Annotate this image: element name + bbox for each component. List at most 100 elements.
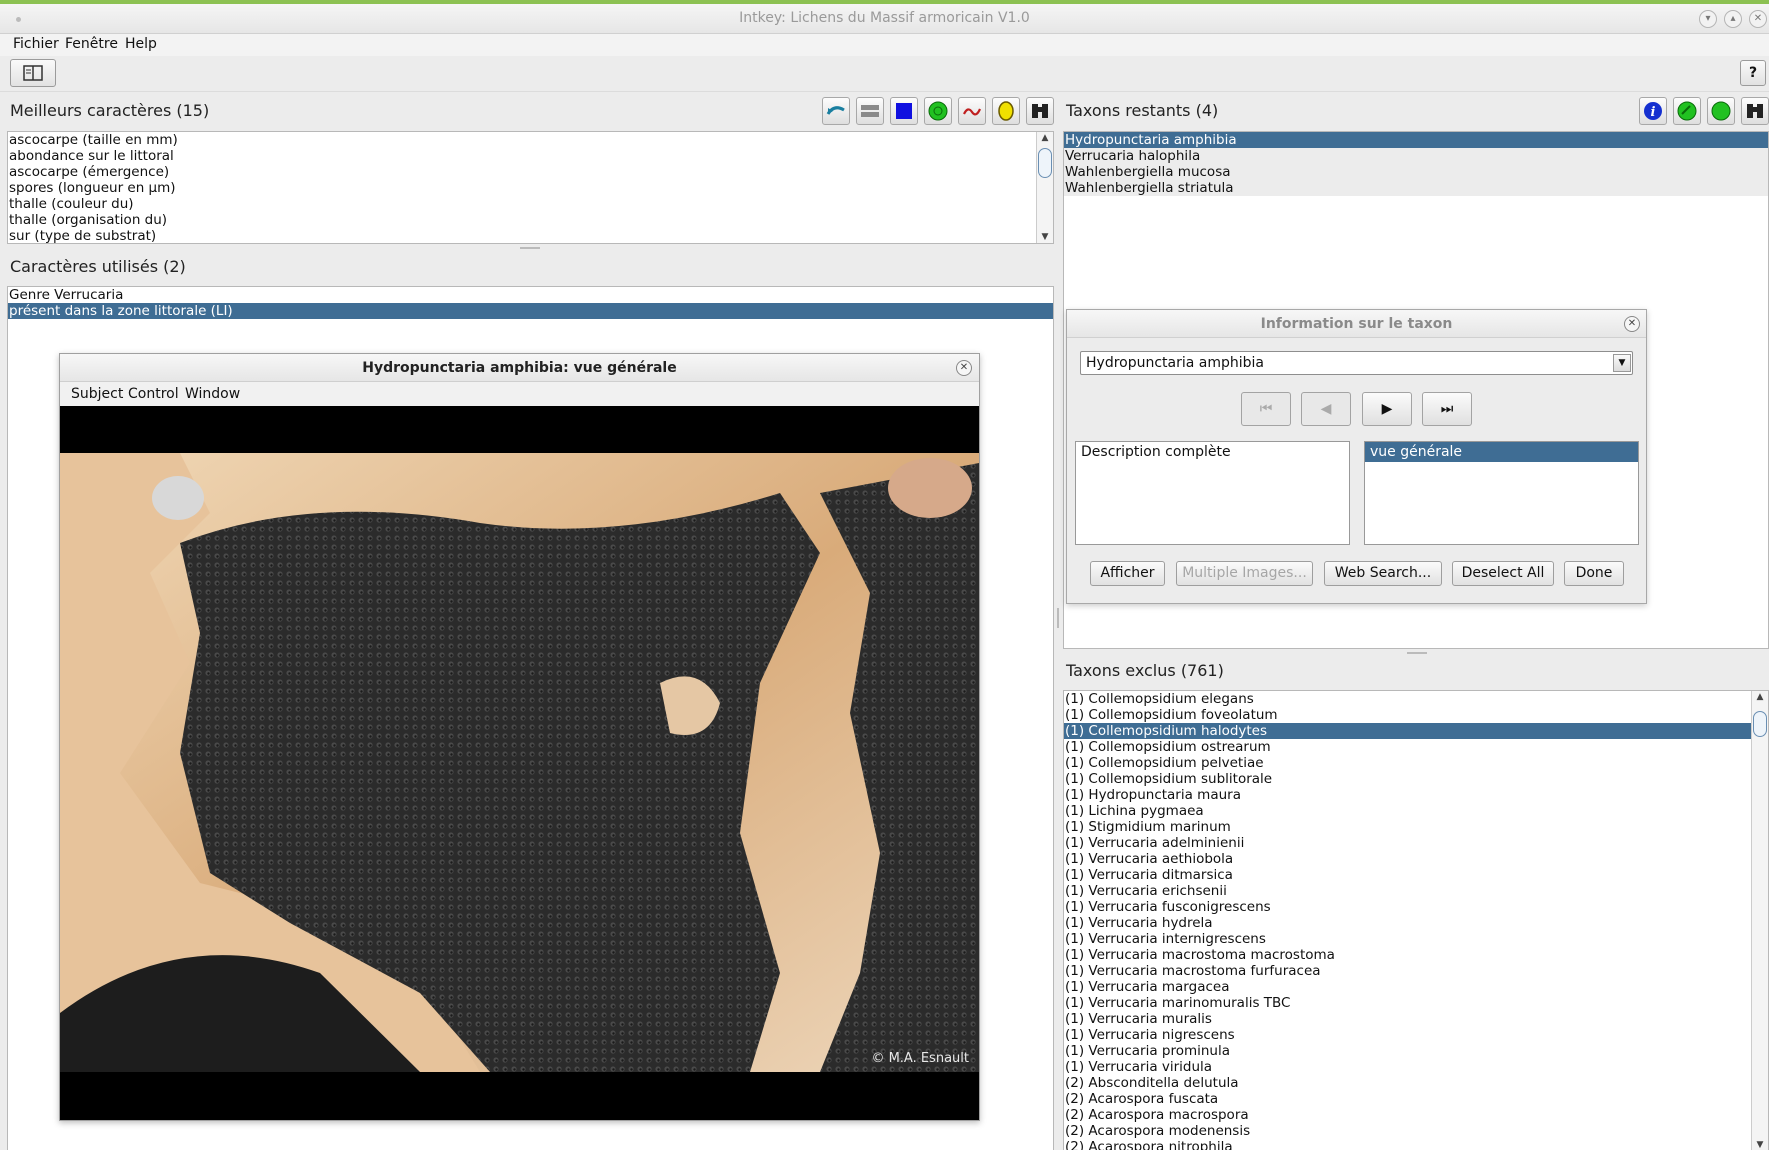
list-item[interactable]: (1) Hydropunctaria maura bbox=[1064, 787, 1768, 803]
list-item[interactable]: (1) Verrucaria ditmarsica bbox=[1064, 867, 1768, 883]
differences-icon[interactable] bbox=[958, 97, 986, 125]
stop-best-icon[interactable] bbox=[890, 97, 918, 125]
list-item-selected[interactable]: vue générale bbox=[1365, 442, 1638, 462]
multiple-images-button[interactable]: Multiple Images... bbox=[1176, 561, 1313, 586]
list-item[interactable]: (1) Collemopsidium foveolatum bbox=[1064, 707, 1768, 723]
horizontal-splitter[interactable] bbox=[520, 247, 540, 249]
list-item[interactable]: (1) Collemopsidium sublitorale bbox=[1064, 771, 1768, 787]
toggle-view-button[interactable] bbox=[10, 59, 56, 87]
scroll-thumb[interactable] bbox=[1753, 711, 1767, 737]
first-icon[interactable]: ⏮ bbox=[1241, 392, 1291, 426]
image-list[interactable]: vue générale bbox=[1364, 441, 1639, 545]
restart-icon[interactable] bbox=[822, 97, 850, 125]
list-item[interactable]: (1) Collemopsidium pelvetiae bbox=[1064, 755, 1768, 771]
menu-fenetre[interactable]: Fenêtre bbox=[65, 36, 118, 52]
list-item[interactable]: (1) Verrucaria viridula bbox=[1064, 1059, 1768, 1075]
scroll-down-icon[interactable]: ▼ bbox=[1752, 1140, 1768, 1150]
previous-icon[interactable]: ◀ bbox=[1301, 392, 1351, 426]
excluded-taxa-list[interactable]: (1) Collemopsidium elegans (1) Collemops… bbox=[1063, 690, 1769, 1150]
list-item[interactable]: Wahlenbergiella mucosa bbox=[1064, 164, 1768, 180]
list-item[interactable]: (1) Collemopsidium elegans bbox=[1064, 691, 1768, 707]
taxon-select[interactable]: Hydropunctaria amphibia ▼ bbox=[1080, 351, 1633, 375]
list-item[interactable]: (1) Verrucaria marinomuralis TBC bbox=[1064, 995, 1768, 1011]
list-item[interactable]: ascocarpe (émergence) bbox=[8, 164, 1053, 180]
list-item-selected[interactable]: (1) Collemopsidium halodytes bbox=[1064, 723, 1768, 739]
close-icon[interactable]: ✕ bbox=[1624, 316, 1640, 332]
list-item[interactable]: (1) Stigmidium marinum bbox=[1064, 819, 1768, 835]
next-icon[interactable]: ▶ bbox=[1362, 392, 1412, 426]
similarities-icon[interactable] bbox=[1707, 97, 1735, 125]
list-item[interactable]: (1) Verrucaria erichsenii bbox=[1064, 883, 1768, 899]
info-dialog-title: Information sur le taxon bbox=[1067, 310, 1646, 338]
best-characters-list[interactable]: ascocarpe (taille en mm) abondance sur l… bbox=[7, 131, 1054, 244]
list-item[interactable]: Verrucaria halophila bbox=[1064, 148, 1768, 164]
chevron-down-icon[interactable]: ▼ bbox=[1613, 354, 1631, 372]
separate-icon[interactable] bbox=[856, 97, 884, 125]
scroll-up-icon[interactable]: ▲ bbox=[1037, 133, 1053, 143]
list-item[interactable]: Wahlenbergiella striatula bbox=[1064, 180, 1768, 196]
menu-control[interactable]: Control bbox=[128, 386, 179, 402]
scroll-thumb[interactable] bbox=[1038, 148, 1052, 178]
list-item[interactable]: (2) Acarospora modenensis bbox=[1064, 1123, 1768, 1139]
afficher-button[interactable]: Afficher bbox=[1090, 561, 1165, 586]
web-search-button[interactable]: Web Search... bbox=[1324, 561, 1442, 586]
list-item[interactable]: (1) Verrucaria internigrescens bbox=[1064, 931, 1768, 947]
list-item-selected[interactable]: présent dans la zone littorale (LI) bbox=[8, 303, 1053, 319]
list-item[interactable]: (1) Lichina pygmaea bbox=[1064, 803, 1768, 819]
context-help-icon[interactable]: ? bbox=[1740, 60, 1766, 86]
image-window-title: Hydropunctaria amphibia: vue générale bbox=[60, 354, 979, 382]
list-item[interactable]: ascocarpe (taille en mm) bbox=[8, 132, 1053, 148]
list-item[interactable]: abondance sur le littoral bbox=[8, 148, 1053, 164]
list-item[interactable]: (2) Acarospora fuscata bbox=[1064, 1091, 1768, 1107]
scroll-up-icon[interactable]: ▲ bbox=[1752, 692, 1768, 702]
excluded-taxa-scrollbar[interactable]: ▲ ▼ bbox=[1751, 691, 1768, 1150]
list-item[interactable]: (1) Verrucaria muralis bbox=[1064, 1011, 1768, 1027]
close-icon[interactable]: ✕ bbox=[1749, 10, 1767, 28]
list-item[interactable]: sur (type de substrat) bbox=[8, 228, 1053, 243]
list-item[interactable]: (1) Collemopsidium ostrearum bbox=[1064, 739, 1768, 755]
list-item[interactable]: spores (longueur en µm) bbox=[8, 180, 1053, 196]
list-item[interactable]: (1) Verrucaria prominula bbox=[1064, 1043, 1768, 1059]
menu-window[interactable]: Window bbox=[185, 386, 240, 402]
deselect-all-button[interactable]: Deselect All bbox=[1452, 561, 1554, 586]
list-item[interactable]: (1) Verrucaria hydrela bbox=[1064, 915, 1768, 931]
info-icon[interactable]: i bbox=[1639, 97, 1667, 125]
vertical-splitter[interactable] bbox=[1057, 608, 1059, 628]
best-icon[interactable] bbox=[992, 97, 1020, 125]
maximize-icon[interactable]: ▴ bbox=[1724, 10, 1742, 28]
list-item[interactable]: (2) Absconditella delutula bbox=[1064, 1075, 1768, 1091]
list-item[interactable]: thalle (couleur du) bbox=[8, 196, 1053, 212]
list-item-selected[interactable]: Hydropunctaria amphibia bbox=[1064, 132, 1768, 148]
close-icon[interactable]: ✕ bbox=[956, 360, 972, 376]
list-item[interactable]: (2) Acarospora nitrophila bbox=[1064, 1139, 1768, 1150]
list-item[interactable]: (1) Verrucaria aethiobola bbox=[1064, 851, 1768, 867]
menu-subject[interactable]: Subject bbox=[71, 386, 123, 402]
menu-help[interactable]: Help bbox=[125, 36, 157, 52]
description-list[interactable]: Description complète bbox=[1075, 441, 1350, 545]
binoculars-icon[interactable] bbox=[1026, 97, 1054, 125]
menu-fichier[interactable]: Fichier bbox=[13, 36, 59, 52]
image-window-menubar: Subject Control Window bbox=[60, 382, 979, 406]
list-item[interactable]: (1) Verrucaria adelminienii bbox=[1064, 835, 1768, 851]
diagnose-icon[interactable] bbox=[924, 97, 952, 125]
minimize-icon[interactable]: ▾ bbox=[1699, 10, 1717, 28]
list-item[interactable]: (2) Acarospora macrospora bbox=[1064, 1107, 1768, 1123]
list-item[interactable]: Description complète bbox=[1076, 442, 1349, 462]
binoculars-icon[interactable] bbox=[1741, 97, 1769, 125]
differences-icon[interactable] bbox=[1673, 97, 1701, 125]
list-item[interactable]: (1) Verrucaria nigrescens bbox=[1064, 1027, 1768, 1043]
last-icon[interactable]: ⏭ bbox=[1422, 392, 1472, 426]
horizontal-splitter[interactable] bbox=[1407, 652, 1427, 654]
list-item[interactable]: thalle (organisation du) bbox=[8, 212, 1053, 228]
done-button[interactable]: Done bbox=[1564, 561, 1624, 586]
list-item[interactable]: (1) Verrucaria fusconigrescens bbox=[1064, 899, 1768, 915]
window-titlebar: Intkey: Lichens du Massif armoricain V1.… bbox=[0, 4, 1769, 34]
excluded-taxa-title: Taxons exclus (761) bbox=[1066, 661, 1224, 680]
list-item[interactable]: (1) Verrucaria macrostoma macrostoma bbox=[1064, 947, 1768, 963]
scroll-down-icon[interactable]: ▼ bbox=[1037, 232, 1053, 242]
list-item[interactable]: Genre Verrucaria bbox=[8, 287, 1053, 303]
taxon-photo[interactable]: © M.A. Esnault bbox=[60, 453, 979, 1072]
list-item[interactable]: (1) Verrucaria margacea bbox=[1064, 979, 1768, 995]
best-characters-scrollbar[interactable]: ▲ ▼ bbox=[1036, 132, 1053, 243]
list-item[interactable]: (1) Verrucaria macrostoma furfuracea bbox=[1064, 963, 1768, 979]
